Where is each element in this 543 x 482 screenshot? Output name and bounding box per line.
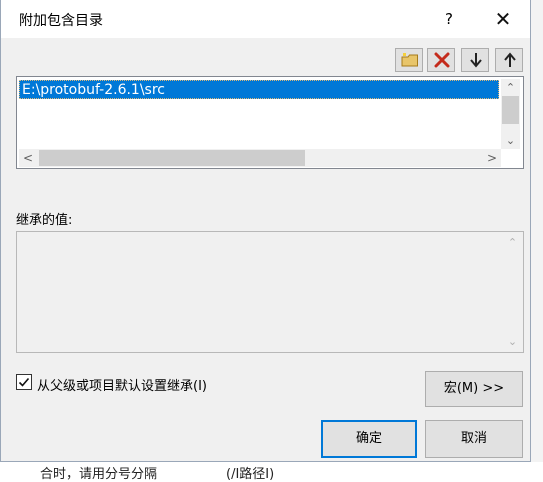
help-button[interactable]: ? <box>427 4 471 34</box>
scroll-right-icon[interactable]: > <box>483 149 501 167</box>
additional-include-directories-dialog: 附加包含目录 ? ✕ E:\protobuf-2.6.1\src ⌃ ⌄ < >… <box>0 0 531 462</box>
background-hint-text: 合时，请用分号分隔 <box>40 467 158 482</box>
background-window-right <box>531 0 543 477</box>
inherited-values-label: 继承的值: <box>16 213 73 228</box>
arrow-up-icon <box>504 52 516 67</box>
cancel-button[interactable]: 取消 <box>425 420 523 458</box>
new-line-button[interactable] <box>395 48 423 72</box>
scroll-left-icon[interactable]: < <box>19 149 37 167</box>
horizontal-scroll-thumb[interactable] <box>39 150 305 166</box>
inherited-scroll-up-icon: ⌃ <box>507 236 518 249</box>
move-down-button[interactable] <box>461 48 489 72</box>
title-bar: 附加包含目录 ? ✕ <box>1 0 530 38</box>
scroll-down-icon[interactable]: ⌄ <box>501 132 520 149</box>
delete-line-button[interactable] <box>427 48 455 72</box>
inherited-scroll-down-icon: ⌄ <box>507 335 518 348</box>
directory-list[interactable]: E:\protobuf-2.6.1\src ⌃ ⌄ < > <box>16 76 524 169</box>
move-up-button[interactable] <box>495 48 523 72</box>
inherited-values-box: ⌃ ⌄ <box>16 231 524 353</box>
background-window-bottom: 合时，请用分号分隔 (/I路径I) <box>0 462 543 482</box>
scroll-up-icon[interactable]: ⌃ <box>501 79 520 96</box>
scroll-thumb[interactable] <box>502 96 519 124</box>
close-button[interactable]: ✕ <box>481 4 525 34</box>
inherited-scrollbar: ⌃ ⌄ <box>504 234 521 350</box>
delete-x-icon <box>434 52 450 68</box>
background-hint-text-2: (/I路径I) <box>226 467 275 482</box>
arrow-down-icon <box>470 53 482 68</box>
dialog-title: 附加包含目录 <box>19 13 103 29</box>
inherit-checkbox-label[interactable]: 从父级或项目默认设置继承(I) <box>37 375 207 394</box>
list-item-directory[interactable]: E:\protobuf-2.6.1\src <box>19 80 499 99</box>
checkmark-icon <box>18 377 30 387</box>
macros-button[interactable]: 宏(M) >> <box>425 371 523 407</box>
vertical-scrollbar[interactable]: ⌃ ⌄ <box>501 79 520 149</box>
folder-new-icon <box>401 53 418 67</box>
inherit-checkbox[interactable] <box>16 374 32 390</box>
ok-button[interactable]: 确定 <box>321 420 417 458</box>
horizontal-scrollbar[interactable]: < > <box>19 149 501 167</box>
